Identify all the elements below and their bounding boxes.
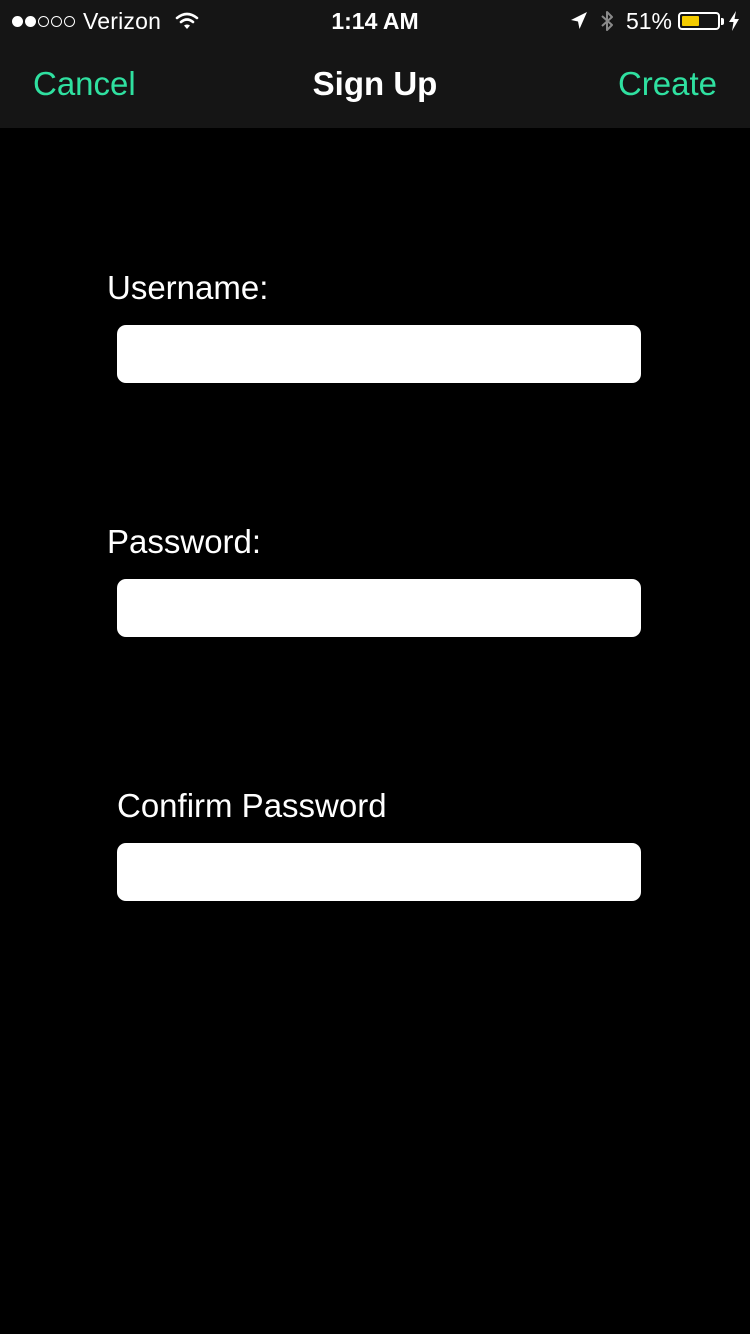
battery-cap (721, 18, 724, 25)
battery-percent: 51% (625, 7, 672, 34)
password-label: Password: (107, 523, 262, 560)
create-button[interactable]: Create (618, 65, 717, 103)
username-field[interactable] (117, 325, 641, 383)
username-label: Username: (107, 269, 269, 306)
location-arrow-icon (570, 12, 587, 29)
battery-icon (678, 12, 724, 30)
password-field[interactable] (117, 579, 641, 637)
confirm-password-field[interactable] (117, 843, 641, 901)
bluetooth-icon (601, 11, 613, 31)
charging-bolt-icon (729, 11, 739, 31)
battery-fill (682, 16, 700, 26)
confirm-password-label: Confirm Password (117, 787, 387, 824)
status-bar: Verizon 1:14 AM 51% (0, 0, 750, 40)
navigation-bar: Cancel Sign Up Create (0, 40, 750, 128)
status-bar-right: 51% (570, 7, 740, 35)
